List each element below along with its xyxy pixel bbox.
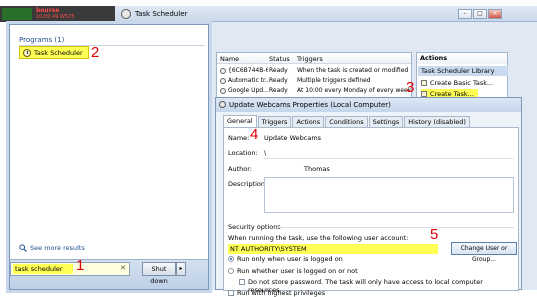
name-label: Name: — [228, 134, 250, 142]
column-name[interactable]: Name — [220, 55, 239, 63]
task-triggers: At 10:00 every Monday of every week, sta… — [297, 87, 412, 94]
search-input[interactable] — [13, 264, 73, 274]
dialog-title: Update Webcams Properties (Local Compute… — [229, 101, 391, 109]
task-scheduler-result-label: Task Scheduler — [34, 48, 83, 57]
start-search-box[interactable]: ✕ — [10, 262, 130, 276]
column-status[interactable]: Status — [269, 55, 290, 63]
highest-privileges-checkbox[interactable] — [228, 290, 234, 296]
ticker-subtext: 10:00:49 WS75 — [36, 14, 75, 20]
general-tab-panel: Name: Update Webcams Location: \ Author:… — [223, 127, 519, 297]
programs-heading: Programs (1) — [19, 36, 65, 44]
task-status: Ready — [269, 87, 288, 94]
actions-library-header[interactable]: Task Scheduler Library — [418, 66, 508, 76]
do-not-store-password-checkbox[interactable] — [239, 279, 245, 285]
table-row[interactable]: Google Upd... Ready At 10:00 every Monda… — [217, 86, 412, 95]
location-label: Location: — [228, 149, 258, 157]
tab-conditions[interactable]: Conditions — [325, 116, 368, 127]
change-user-or-group-button[interactable]: Change User or Group... — [451, 242, 517, 263]
task-icon — [220, 68, 226, 74]
task-name: Automatic tr... — [228, 77, 268, 84]
actions-heading: Actions — [417, 53, 507, 64]
run-only-logged-on-radio[interactable] — [228, 256, 234, 262]
see-more-results-link[interactable]: See more results — [19, 244, 85, 252]
shut-down-button[interactable]: Shut down — [142, 262, 176, 285]
task-icon — [421, 80, 427, 86]
annotation-2: 2 — [91, 44, 100, 61]
properties-dialog: Update Webcams Properties (Local Compute… — [215, 97, 522, 297]
task-list-header: Name Status Triggers — [217, 53, 411, 64]
table-row[interactable]: {6C6B744B-6... Ready When the task is cr… — [217, 66, 411, 75]
run-whether-logged-on-label: Run whether user is logged on or not — [237, 267, 358, 275]
annotation-3: 3 — [406, 79, 415, 96]
task-status: Ready — [269, 67, 288, 74]
location-value: \ — [264, 149, 267, 157]
window-title: Task Scheduler — [135, 10, 188, 18]
clock-icon — [23, 48, 31, 57]
column-triggers[interactable]: Triggers — [297, 55, 323, 63]
location-underline — [264, 158, 514, 159]
run-only-logged-on-label: Run only when user is logged on — [237, 255, 343, 263]
task-icon — [220, 78, 226, 84]
annotation-1: 1 — [76, 257, 85, 274]
highest-privileges-label: Run with highest privileges — [237, 289, 326, 297]
tab-bar: General Triggers Actions Conditions Sett… — [223, 115, 471, 127]
annotation-4: 4 — [250, 126, 259, 143]
ticker-text: bourse — [36, 7, 60, 14]
author-label: Author: — [228, 165, 252, 173]
task-status: Ready — [269, 77, 288, 84]
close-button[interactable]: ✕ — [488, 9, 502, 19]
tab-history[interactable]: History (disabled) — [404, 116, 470, 127]
description-field[interactable] — [264, 177, 514, 213]
task-triggers: When the task is created or modified — [297, 67, 409, 74]
annotation-5: 5 — [430, 226, 439, 243]
clock-icon — [219, 101, 226, 108]
task-triggers: Multiple triggers defined — [297, 77, 371, 84]
task-name: {6C6B744B-6... — [228, 67, 268, 74]
see-more-results-label: See more results — [30, 244, 85, 252]
shut-down-options-arrow[interactable]: ▸ — [176, 262, 186, 276]
task-scheduler-titlebar[interactable]: Task Scheduler – □ ✕ — [115, 6, 537, 22]
run-whether-logged-on-radio[interactable] — [228, 268, 234, 274]
maximize-button[interactable]: □ — [473, 9, 487, 19]
clock-icon — [121, 9, 131, 19]
task-icon — [220, 88, 226, 94]
description-label: Description: — [228, 180, 268, 188]
name-field[interactable]: Update Webcams — [264, 134, 321, 142]
dialog-titlebar[interactable]: Update Webcams Properties (Local Compute… — [216, 98, 521, 112]
table-row[interactable]: Automatic tr... Ready Multiple triggers … — [217, 76, 411, 85]
tab-actions[interactable]: Actions — [292, 116, 325, 127]
author-value: Thomas — [304, 165, 330, 173]
create-basic-task-link[interactable]: Create Basic Task... — [421, 78, 493, 88]
create-basic-task-label: Create Basic Task... — [430, 79, 494, 87]
task-scheduler-result[interactable]: Task Scheduler — [19, 46, 89, 59]
security-divider — [278, 227, 514, 228]
search-icon — [19, 244, 27, 252]
stock-ticker: bourse 10:00:49 WS75 — [0, 6, 115, 22]
security-options-heading: Security options — [228, 223, 281, 231]
user-account-field: NT AUTHORITY\SYSTEM — [228, 244, 438, 254]
ticker-graph — [2, 8, 32, 20]
task-name: Google Upd... — [228, 87, 268, 94]
account-prompt: When running the task, use the following… — [228, 234, 409, 242]
minimize-button[interactable]: – — [458, 9, 472, 19]
tab-settings[interactable]: Settings — [368, 116, 404, 127]
clear-search-icon[interactable]: ✕ — [120, 264, 126, 272]
tab-triggers[interactable]: Triggers — [257, 116, 292, 127]
